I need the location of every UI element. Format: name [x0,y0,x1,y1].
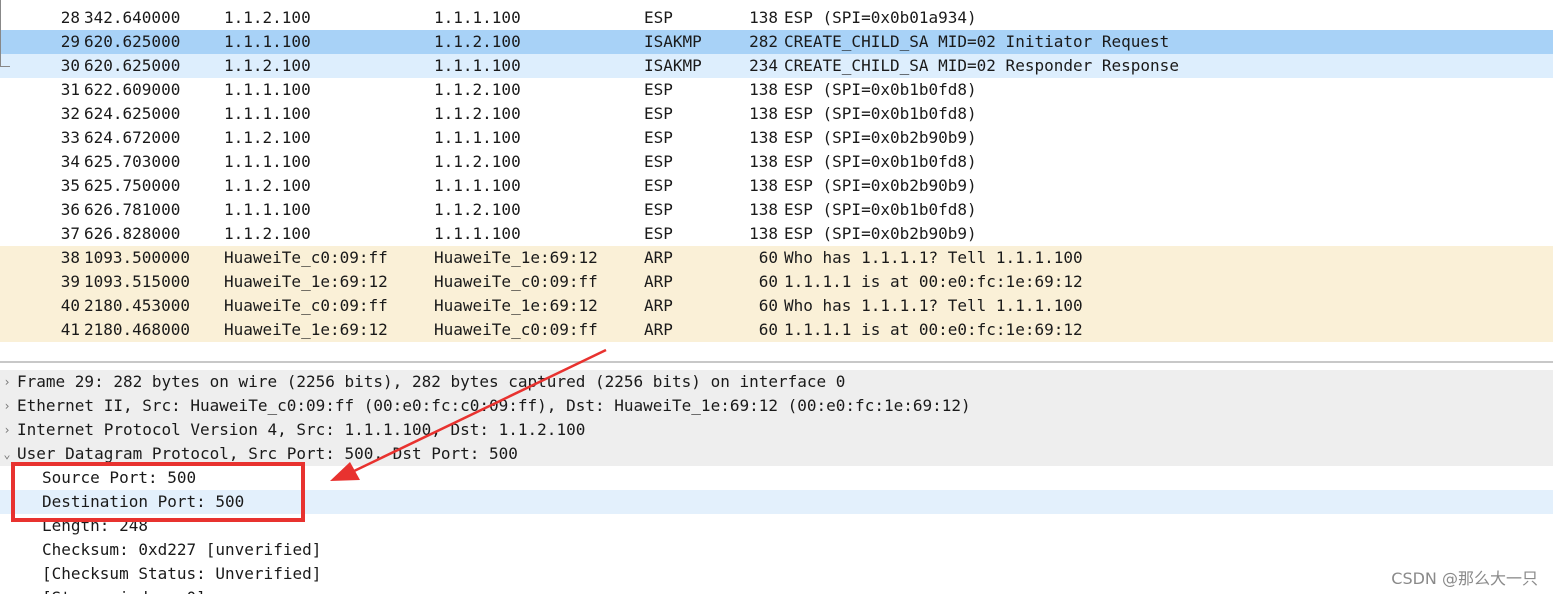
annotation-highlight-box [11,462,305,522]
watermark: CSDN @那么大一只 [1391,569,1538,588]
